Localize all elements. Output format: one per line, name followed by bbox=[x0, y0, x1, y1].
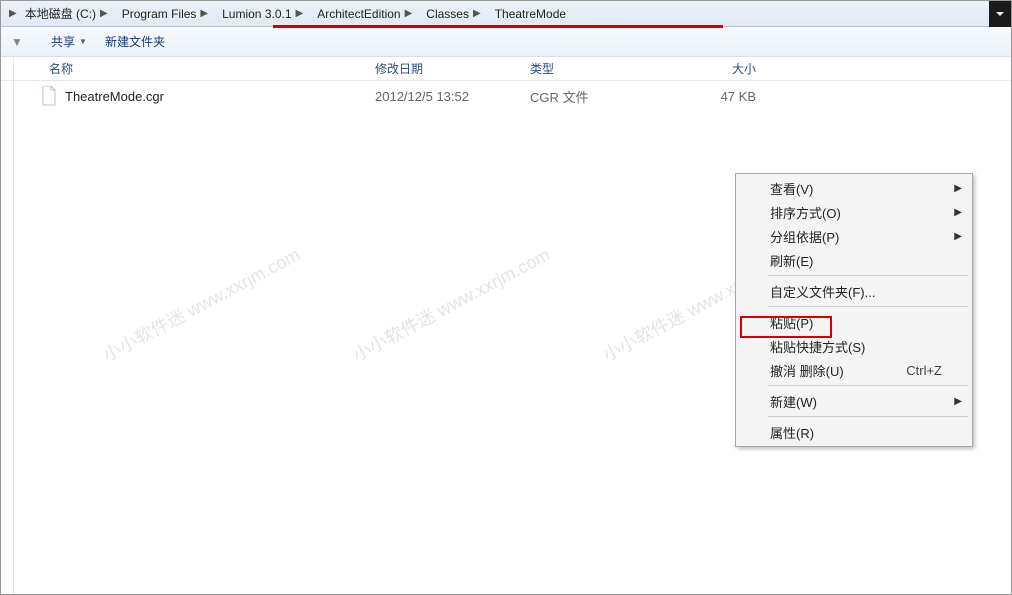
chevron-right-icon: ▶ bbox=[405, 8, 413, 19]
ctx-undo-delete[interactable]: 撤消 删除(U) Ctrl+Z bbox=[738, 358, 970, 382]
address-bar: ▶ 本地磁盘 (C:) ▶ Program Files ▶ Lumion 3.0… bbox=[1, 1, 1011, 27]
column-header-date[interactable]: 修改日期 bbox=[361, 60, 516, 77]
breadcrumb-item[interactable]: Program Files ▶ bbox=[114, 1, 214, 26]
chevron-right-icon: ▶ bbox=[473, 8, 481, 19]
highlight-underline bbox=[273, 25, 723, 28]
toolbar-leading: ▼ bbox=[11, 35, 41, 49]
chevron-down-icon[interactable]: ▼ bbox=[11, 35, 23, 49]
column-header-name[interactable]: 名称 bbox=[1, 60, 361, 77]
breadcrumb-item[interactable]: 本地磁盘 (C:) ▶ bbox=[17, 1, 114, 26]
menu-separator bbox=[768, 385, 968, 386]
context-menu: 查看(V) ▶ 排序方式(O) ▶ 分组依据(P) ▶ 刷新(E) 自定义文件夹… bbox=[735, 173, 973, 447]
breadcrumb-label: Lumion 3.0.1 bbox=[222, 7, 291, 21]
toolbar: ▼ 共享 ▼ 新建文件夹 bbox=[1, 27, 1011, 57]
address-dropdown-button[interactable] bbox=[989, 1, 1011, 27]
ctx-view[interactable]: 查看(V) ▶ bbox=[738, 176, 970, 200]
watermark: 小小软件迷 www.xxrjm.com bbox=[348, 241, 554, 367]
file-name: TheatreMode.cgr bbox=[65, 89, 361, 104]
ctx-label: 撤消 删除(U) bbox=[770, 361, 844, 380]
ctx-label: 排序方式(O) bbox=[770, 203, 841, 222]
breadcrumb-item[interactable]: Lumion 3.0.1 ▶ bbox=[214, 1, 309, 26]
ctx-label: 粘贴快捷方式(S) bbox=[770, 337, 865, 356]
ctx-label: 新建(W) bbox=[770, 392, 817, 411]
breadcrumb-item[interactable]: Classes ▶ bbox=[418, 1, 486, 26]
ctx-label: 自定义文件夹(F)... bbox=[770, 282, 875, 301]
breadcrumb-item[interactable]: TheatreMode bbox=[487, 1, 572, 26]
file-row[interactable]: TheatreMode.cgr 2012/12/5 13:52 CGR 文件 4… bbox=[1, 81, 1011, 111]
menu-separator bbox=[768, 306, 968, 307]
ctx-paste[interactable]: 粘贴(P) bbox=[738, 310, 970, 334]
menu-separator bbox=[768, 275, 968, 276]
ctx-label: 分组依据(P) bbox=[770, 227, 839, 246]
ctx-sort[interactable]: 排序方式(O) ▶ bbox=[738, 200, 970, 224]
file-type: CGR 文件 bbox=[516, 87, 666, 106]
ctx-group[interactable]: 分组依据(P) ▶ bbox=[738, 224, 970, 248]
breadcrumb-label: ArchitectEdition bbox=[317, 7, 400, 21]
share-label: 共享 bbox=[51, 33, 75, 50]
column-header-type[interactable]: 类型 bbox=[516, 60, 666, 77]
ctx-refresh[interactable]: 刷新(E) bbox=[738, 248, 970, 272]
file-date: 2012/12/5 13:52 bbox=[361, 89, 516, 104]
column-header-row: 名称 修改日期 类型 大小 bbox=[1, 57, 1011, 81]
ctx-new[interactable]: 新建(W) ▶ bbox=[738, 389, 970, 413]
ctx-label: 查看(V) bbox=[770, 179, 813, 198]
new-folder-label: 新建文件夹 bbox=[105, 33, 165, 50]
file-size: 47 KB bbox=[666, 89, 756, 104]
ctx-customize-folder[interactable]: 自定义文件夹(F)... bbox=[738, 279, 970, 303]
pane-splitter[interactable] bbox=[13, 57, 14, 594]
file-list[interactable]: TheatreMode.cgr 2012/12/5 13:52 CGR 文件 4… bbox=[1, 81, 1011, 111]
ctx-label: 刷新(E) bbox=[770, 251, 813, 270]
chevron-right-icon: ▶ bbox=[296, 8, 304, 19]
ctx-paste-shortcut[interactable]: 粘贴快捷方式(S) bbox=[738, 334, 970, 358]
breadcrumb-label: Program Files bbox=[122, 7, 197, 21]
chevron-right-icon: ▶ bbox=[9, 8, 17, 19]
submenu-arrow-icon: ▶ bbox=[954, 396, 962, 407]
menu-separator bbox=[768, 416, 968, 417]
submenu-arrow-icon: ▶ bbox=[954, 183, 962, 194]
file-icon bbox=[39, 86, 59, 106]
ctx-shortcut: Ctrl+Z bbox=[906, 363, 942, 378]
submenu-arrow-icon: ▶ bbox=[954, 231, 962, 242]
column-header-size[interactable]: 大小 bbox=[666, 60, 756, 77]
share-button[interactable]: 共享 ▼ bbox=[43, 27, 95, 56]
ctx-label: 属性(R) bbox=[770, 423, 814, 442]
chevron-down-icon: ▼ bbox=[79, 37, 87, 46]
ctx-label: 粘贴(P) bbox=[770, 313, 813, 332]
watermark: 小小软件迷 www.xxrjm.com bbox=[98, 241, 304, 367]
submenu-arrow-icon: ▶ bbox=[954, 207, 962, 218]
new-folder-button[interactable]: 新建文件夹 bbox=[97, 27, 173, 56]
chevron-right-icon: ▶ bbox=[200, 8, 208, 19]
breadcrumb-item[interactable]: ArchitectEdition ▶ bbox=[309, 1, 418, 26]
ctx-properties[interactable]: 属性(R) bbox=[738, 420, 970, 444]
chevron-right-icon: ▶ bbox=[100, 8, 108, 19]
breadcrumb-label: 本地磁盘 (C:) bbox=[25, 5, 96, 22]
breadcrumb-label: Classes bbox=[426, 7, 469, 21]
breadcrumb-label: TheatreMode bbox=[495, 7, 566, 21]
